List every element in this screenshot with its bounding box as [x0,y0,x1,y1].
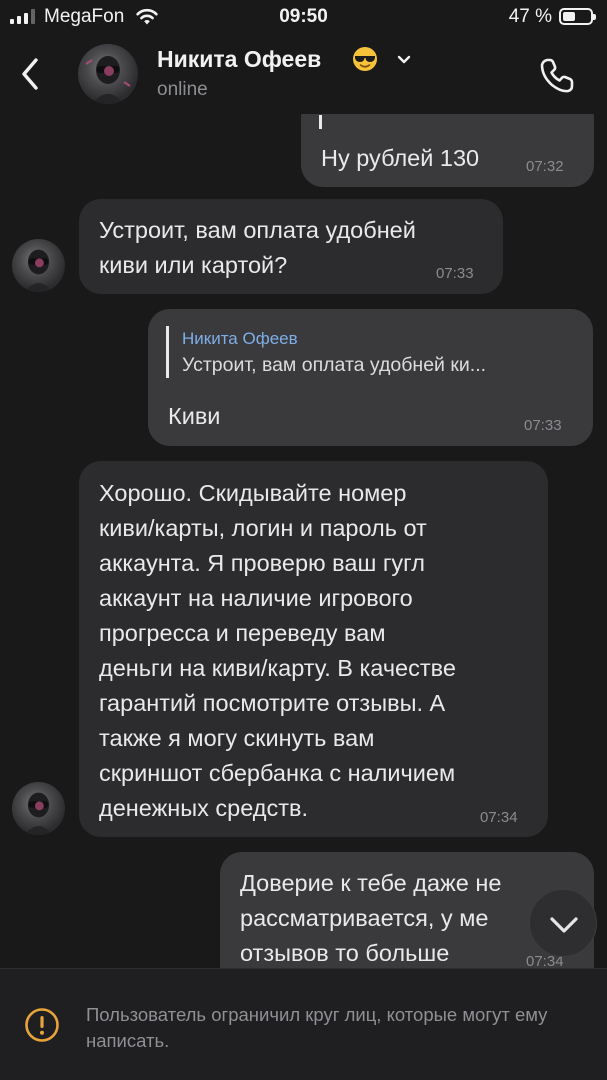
chat-screen: MegaFon 09:50 47 % Никита Офеев online Н… [0,0,607,1080]
message-time: 07:34 [480,809,518,826]
chat-header: Никита Офеев online [0,34,607,114]
avatar-photo-icon [24,249,53,292]
contact-name[interactable]: Никита Офеев [157,46,321,73]
reply-snippet: Устроит, вам оплата удобней ки... [182,354,487,376]
outgoing-message[interactable]: Никита Офеев Устроит, вам оплата удобней… [148,309,593,446]
chevron-down-icon [550,917,578,933]
message-text: Устроит, вам оплата удобней киви или кар… [99,217,416,278]
phone-call-button[interactable] [536,54,578,96]
restriction-text: Пользователь ограничил круг лиц, которые… [86,1004,548,1051]
battery-fill [563,12,576,21]
reply-quote[interactable]: Никита Офеев Устроит, вам оплата удобней… [166,326,566,378]
reply-quote-line [319,115,322,129]
sunglasses-emoji-icon [353,47,377,71]
chevron-down-icon[interactable] [396,54,412,66]
contact-status: online [157,79,208,100]
incoming-message[interactable]: Хорошо. Скидывайте номер киви/карты, лог… [79,461,548,837]
status-bar: MegaFon 09:50 47 % [0,0,607,34]
warning-icon [25,1008,59,1042]
message-time: 07:33 [436,265,474,282]
sender-avatar[interactable] [12,239,65,292]
message-text: Доверие к тебе даже не рассматривается, … [240,870,502,966]
sender-avatar[interactable] [12,782,65,835]
back-button[interactable] [16,54,46,94]
reply-author: Никита Офеев [182,329,298,348]
message-time: 07:33 [524,417,562,434]
message-text: Ну рублей 130 [321,145,480,171]
avatar-photo-icon [24,792,53,835]
scroll-to-bottom-button[interactable] [529,889,597,957]
message-text: Хорошо. Скидывайте номер киви/карты, лог… [99,480,456,821]
battery-icon [559,8,596,25]
message-text: Киви [168,403,221,429]
restriction-notice: Пользователь ограничил круг лиц, которые… [0,968,607,1080]
message-time: 07:32 [526,158,564,175]
battery-percentage: 47 % [508,6,552,27]
avatar-photo-icon [85,56,131,104]
contact-avatar[interactable] [78,44,138,104]
incoming-message[interactable]: Устроит, вам оплата удобней киви или кар… [79,199,503,294]
